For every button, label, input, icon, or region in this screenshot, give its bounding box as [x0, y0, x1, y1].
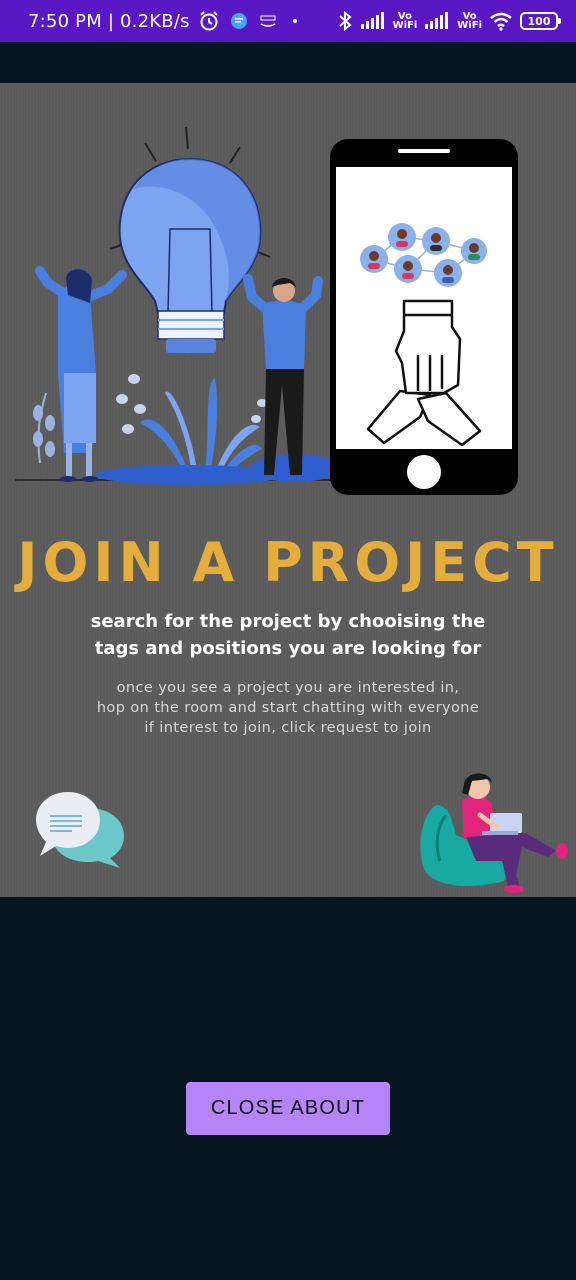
body-line-1: once you see a project you are intereste… — [116, 680, 460, 696]
signal-icon — [360, 12, 384, 29]
body-line-2: hop on the room and start chatting with … — [96, 700, 480, 716]
body-line-3: if interest to join, click request to jo… — [144, 720, 432, 736]
alarm-icon — [199, 11, 218, 31]
vowifi-label-2: Vo WiFi — [457, 11, 482, 31]
about-headline: JOIN A PROJECT — [17, 531, 559, 594]
chat-bubbles-icon — [36, 792, 124, 868]
message-icon — [230, 13, 247, 29]
subtitle-line-1: search for the project by chooising the — [90, 611, 486, 632]
status-time: 7:50 PM | 0.2KB/s — [28, 10, 190, 32]
subtitle-line-2: tags and positions you are looking for — [94, 638, 482, 659]
status-bar: 7:50 PM | 0.2KB/s Vo WiFi Vo WiFi 100 — [0, 0, 576, 42]
woman-with-laptop-illustration — [420, 773, 568, 893]
signal-icon-2 — [425, 12, 449, 29]
amazon-icon — [260, 15, 276, 27]
about-body: once you see a project you are intereste… — [60, 678, 516, 738]
brainstorm-illustration — [15, 126, 518, 495]
close-about-button[interactable]: CLOSE ABOUT — [186, 1082, 390, 1135]
vowifi-label-1: Vo WiFi — [392, 11, 418, 31]
bluetooth-icon — [338, 10, 352, 32]
battery-icon: 100 — [520, 12, 561, 30]
about-subtitle: search for the project by chooising the … — [60, 608, 516, 662]
dot-icon — [292, 19, 297, 23]
wifi-icon — [490, 12, 512, 31]
about-card: JOIN A PROJECT search for the project by… — [0, 83, 576, 897]
